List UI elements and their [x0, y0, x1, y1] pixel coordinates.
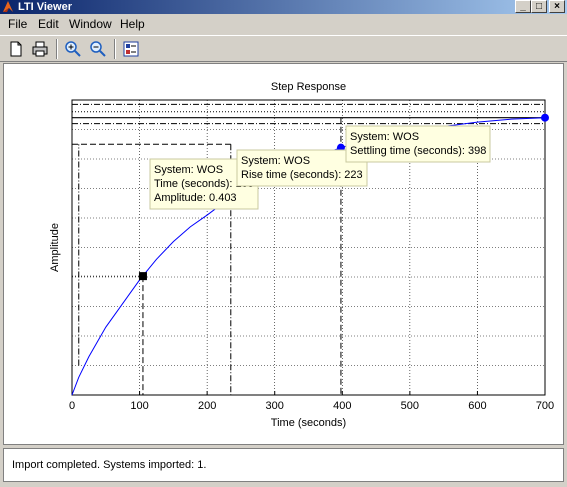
- menu-window[interactable]: Window: [69, 17, 112, 31]
- menu-help[interactable]: Help: [120, 17, 145, 31]
- final-value-marker: [541, 113, 549, 122]
- zoom-out-icon[interactable]: [88, 39, 108, 59]
- annotation-text: System: WOS: [154, 164, 223, 176]
- menu-file[interactable]: File: [8, 17, 27, 31]
- plot-panel: Step Response 0 100 200 300 400 500 600 700 Time …: [3, 63, 564, 445]
- x-tick-label: 600: [468, 400, 486, 412]
- new-file-icon[interactable]: [6, 39, 26, 59]
- menu-edit[interactable]: Edit: [38, 17, 59, 31]
- step-response-chart[interactable]: Step Response 0 100 200 300 400 500 600 700 Time …: [4, 64, 563, 444]
- annotation-text: Amplitude: 0.403: [154, 192, 237, 204]
- data-cursor-marker: [138, 272, 147, 281]
- toolbar: [0, 35, 567, 62]
- close-button[interactable]: ×: [549, 0, 565, 13]
- toolbar-separator: [56, 39, 58, 59]
- x-tick-label: 500: [401, 400, 419, 412]
- y-axis-label: Amplitude: [49, 223, 61, 272]
- annotation-text: Settling time (seconds): 398: [350, 145, 486, 157]
- x-tick-label: 400: [333, 400, 351, 412]
- matlab-logo-icon: [3, 1, 13, 12]
- x-tick-label: 0: [69, 400, 75, 412]
- annotation-text: System: WOS: [241, 155, 310, 167]
- minimize-button[interactable]: _: [515, 0, 531, 13]
- x-tick-label: 300: [266, 400, 284, 412]
- window-title: LTI Viewer: [18, 1, 73, 13]
- x-tick-label: 100: [130, 400, 148, 412]
- x-tick-label: 700: [536, 400, 554, 412]
- x-tick-label: 200: [198, 400, 216, 412]
- annotation-text: Rise time (seconds): 223: [241, 169, 363, 181]
- zoom-in-icon[interactable]: [63, 39, 83, 59]
- status-bar: Import completed. Systems imported: 1.: [3, 448, 564, 482]
- chart-title: Step Response: [271, 81, 346, 93]
- x-axis-label: Time (seconds): [271, 417, 346, 429]
- title-bar: LTI Viewer _ □ ×: [0, 0, 567, 14]
- status-text: Import completed. Systems imported: 1.: [12, 459, 207, 471]
- maximize-button[interactable]: □: [531, 0, 547, 13]
- print-icon[interactable]: [30, 39, 50, 59]
- plot-config-icon[interactable]: [121, 39, 141, 59]
- toolbar-separator: [114, 39, 116, 59]
- menu-bar: File Edit Window Help: [0, 15, 567, 34]
- annotation-text: System: WOS: [350, 131, 419, 143]
